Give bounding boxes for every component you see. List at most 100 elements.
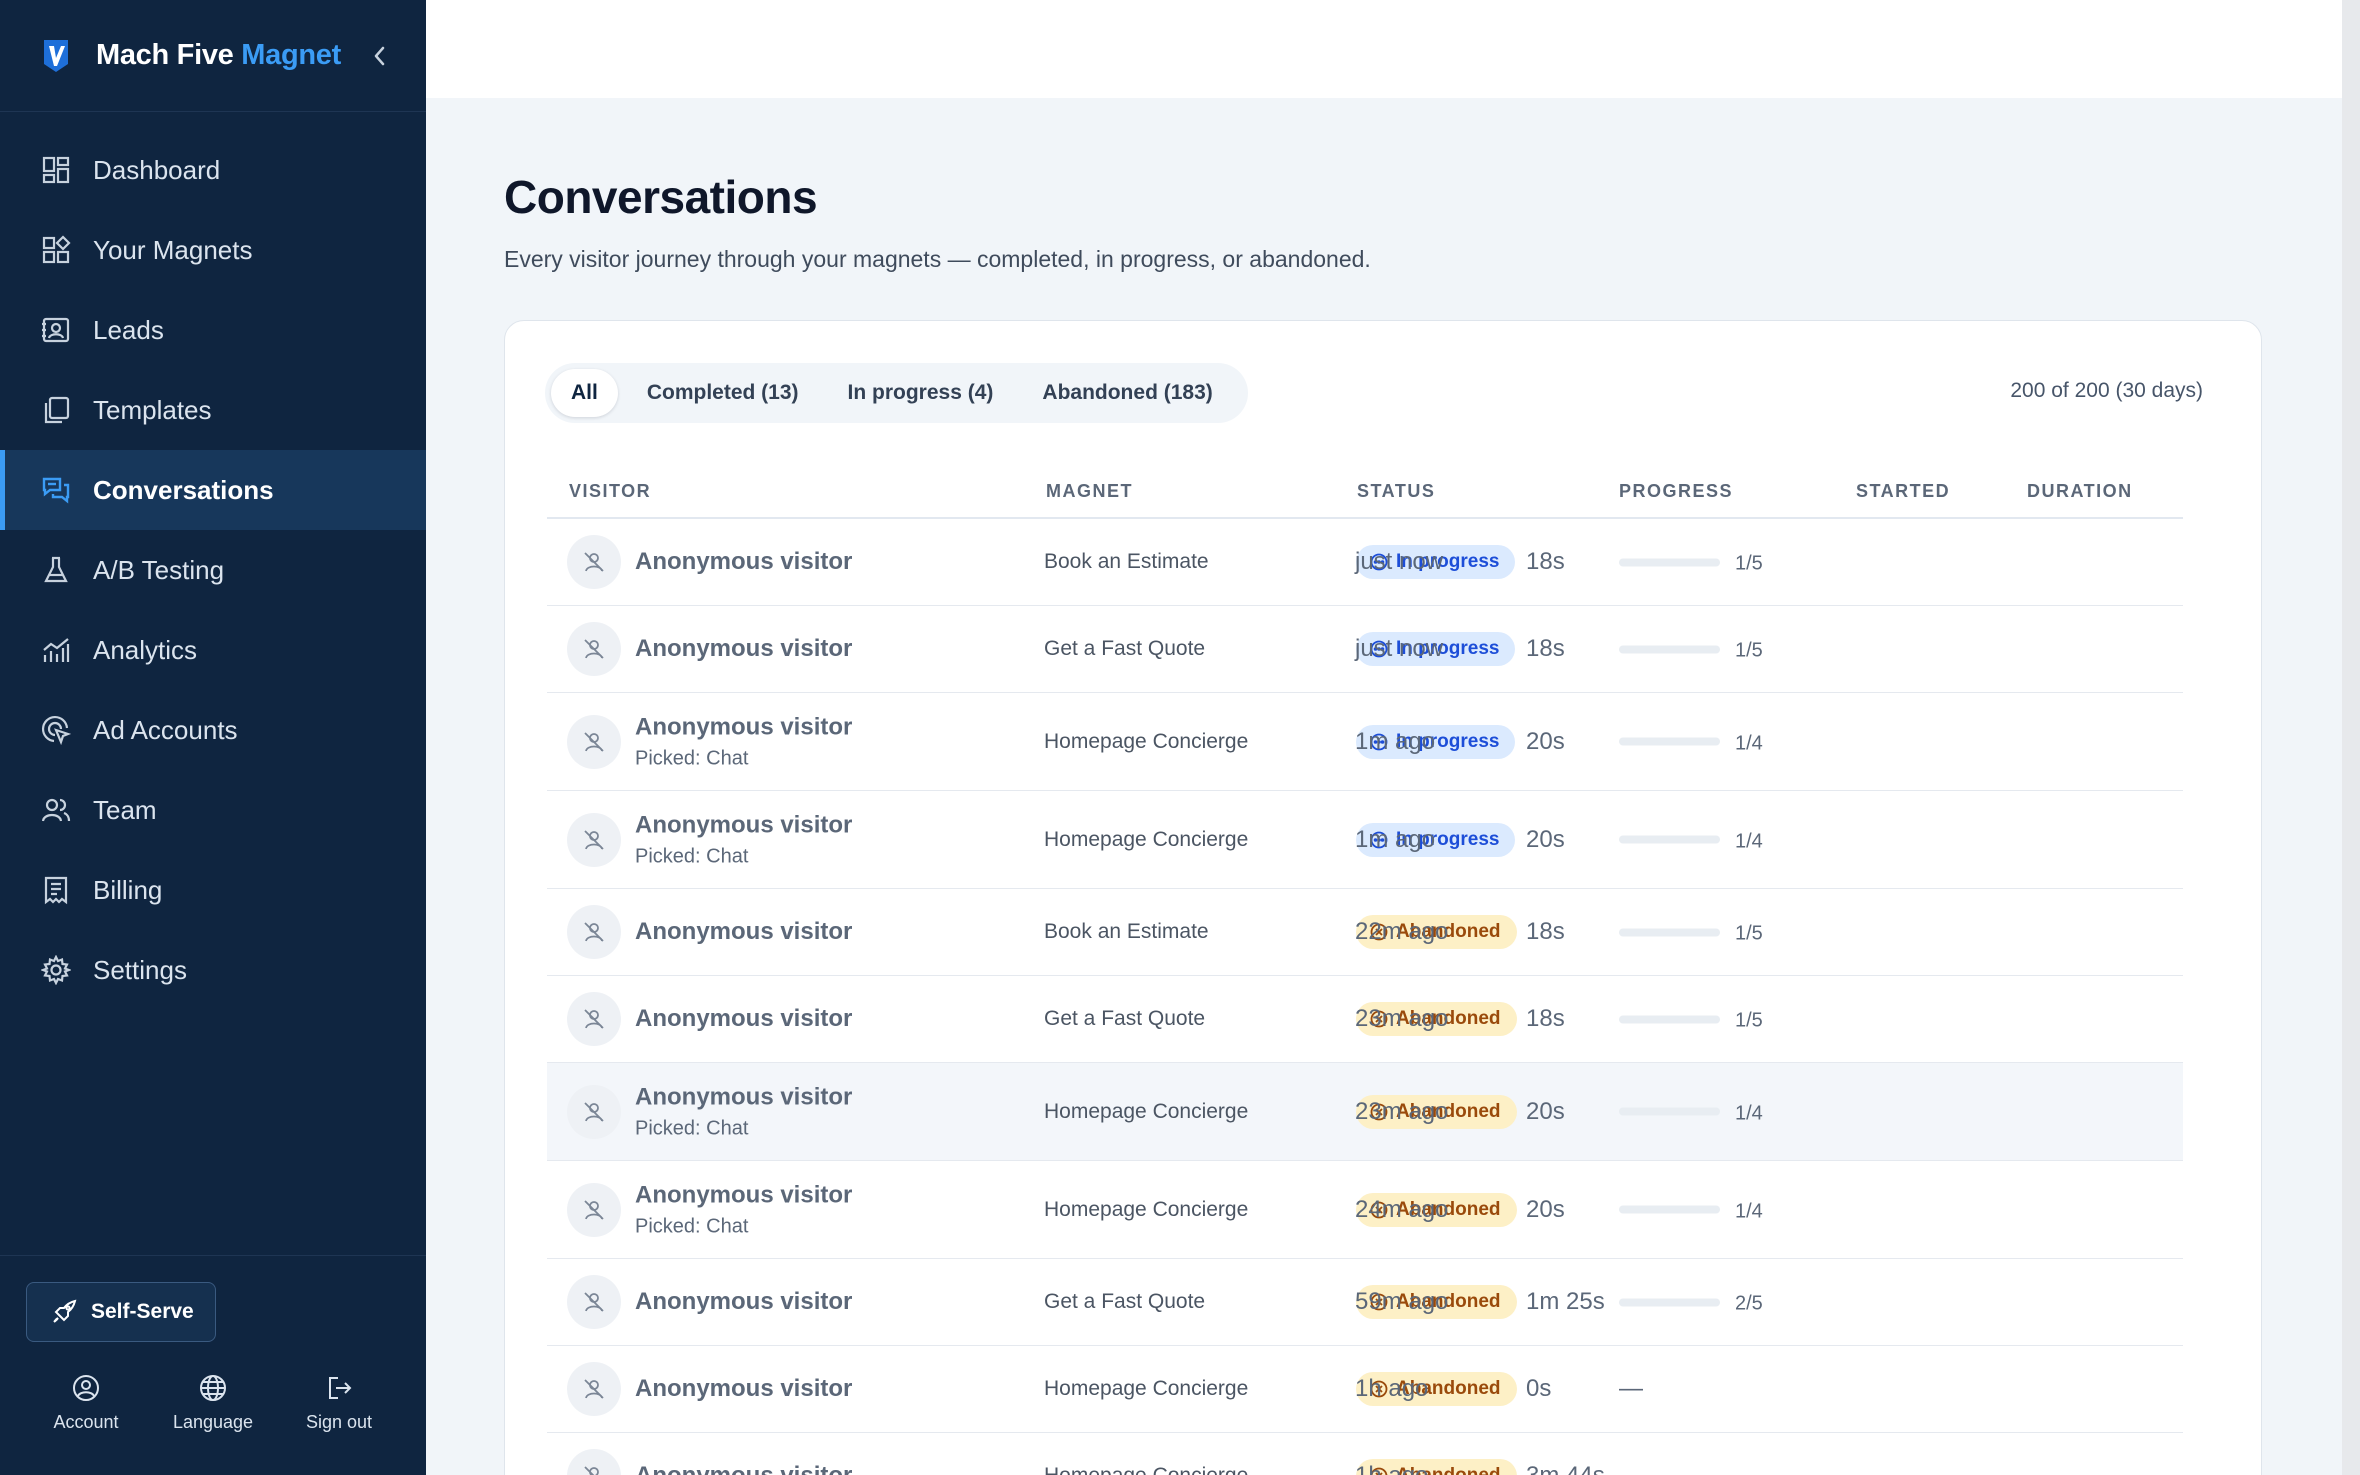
magnet-name: Homepage Concierge [1044,1377,1249,1400]
started-time: just now [1355,548,1444,575]
sidebar-item-label: Analytics [93,634,198,665]
sidebar-item-analytics[interactable]: Analytics [0,610,426,690]
globe-icon [153,1374,273,1402]
visitor-name: Anonymous visitor [635,713,853,740]
tab-all[interactable]: All [551,369,618,417]
progress-text: 1/4 [1735,732,1763,754]
magnet-name: Homepage Concierge [1044,827,1249,851]
visitor-name: Anonymous visitor [635,1375,853,1402]
visitor-cell: Anonymous visitor Picked: Chat [635,811,852,868]
sidebar-item-billing[interactable]: Billing [0,850,426,930]
progress-bar [1619,737,1720,746]
progress-indicator: 1/4 [1619,728,1763,755]
anonymous-user-icon [567,812,621,867]
visitor-name: Anonymous visitor [635,1005,853,1032]
language-button[interactable]: Language [153,1374,273,1433]
table-row[interactable]: Anonymous visitor Picked: Chat Homepage Co… [547,1161,2183,1259]
magnet-name: Get a Fast Quote [1044,1290,1206,1313]
team-icon [40,794,72,826]
sidebar-item-label: Your Magnets [93,234,253,265]
scrollbar[interactable] [2342,0,2360,1475]
duration: 18s [1526,548,1565,575]
duration: 3m 44s [1526,1462,1605,1475]
sign-out-label: Sign out [305,1412,373,1432]
visitor-name: Anonymous visitor [635,1083,853,1110]
table-row[interactable]: Anonymous visitor Picked: Chat Homepage Co… [547,1063,2183,1161]
visitor-choice: Picked: Chat [635,1117,749,1139]
progress-indicator: 1/4 [1619,1098,1763,1125]
magnet-name: Book an Estimate [1044,550,1209,573]
anonymous-user-icon [567,1084,621,1139]
magnet-name: Get a Fast Quote [1044,1007,1206,1030]
sidebar-item-ad-accounts[interactable]: Ad Accounts [0,690,426,770]
chevron-left-icon [374,46,385,66]
visitor-cell: Anonymous visitor [635,1005,852,1033]
table-row[interactable]: Anonymous visitor Picked: Chat Homepage Co… [547,693,2183,791]
started-time: 22m ago [1355,918,1449,945]
page-title: Conversations [504,171,818,223]
brand-name[interactable]: Mach Five Magnet [96,39,341,72]
column-header-visitor[interactable]: VISITOR [569,481,651,502]
table-row[interactable]: Anonymous visitor Book an Estimate Abandon… [547,889,2183,976]
visitor-name: Anonymous visitor [635,548,853,575]
column-header-duration[interactable]: DURATION [2027,481,2133,502]
progress-bar [1619,1298,1720,1306]
account-button[interactable]: Account [26,1374,146,1433]
collapse-sidebar-button[interactable] [364,40,396,72]
progress-indicator: 1/4 [1619,1196,1763,1223]
sidebar-item-leads[interactable]: Leads [0,290,426,370]
tab-in-progress[interactable]: In progress (4) [828,369,1014,417]
progress-text: 1/5 [1735,552,1763,575]
progress-text: 1/5 [1735,1009,1763,1032]
self-serve-button[interactable]: Self-Serve [26,1282,216,1342]
table-row[interactable]: Anonymous visitor Get a Fast Quote Abandon… [547,1259,2183,1346]
sidebar-item-team[interactable]: Team [0,770,426,850]
table-row[interactable]: Anonymous visitor Get a Fast Quote In prog… [547,606,2183,693]
visitor-cell: Anonymous visitor [635,1375,852,1403]
started-time: 23m ago [1355,1097,1449,1125]
top-bar [426,0,2342,98]
tab-completed[interactable]: Completed (13) [627,369,819,417]
progress-bar [1619,558,1720,566]
dashboard-icon [40,154,72,186]
conversations-icon [40,474,72,506]
progress-bar [1619,645,1720,653]
brand-logo-icon [44,39,68,72]
sidebar-item-conversations[interactable]: Conversations [0,450,426,530]
progress-text: 1/4 [1735,830,1763,852]
table-row[interactable]: Anonymous visitor Picked: Chat Homepage Co… [547,791,2183,889]
account-label: Account [53,1412,119,1432]
column-header-started[interactable]: STARTED [1856,481,1950,502]
sidebar-item-label: Settings [93,954,187,985]
brand-header: Mach Five Magnet [0,0,426,112]
progress-text: 2/5 [1735,1292,1763,1315]
tab-abandoned[interactable]: Abandoned (183) [1022,369,1232,417]
anonymous-user-icon [567,992,621,1046]
column-header-magnet[interactable]: MAGNET [1046,481,1133,502]
sign-out-button[interactable]: Sign out [279,1374,399,1433]
sidebar-item-templates[interactable]: Templates [0,370,426,450]
table-row[interactable]: Anonymous visitorHomepage ConciergeAband… [547,1433,2183,1475]
ad-accounts-icon [40,714,72,746]
table-row[interactable]: Anonymous visitorHomepage ConciergeAband… [547,1346,2183,1433]
table-row[interactable]: Anonymous visitor Get a Fast Quote Abandon… [547,976,2183,1063]
column-header-progress[interactable]: PROGRESS [1619,481,1733,502]
progress-indicator: 2/5 [1619,1289,1763,1316]
magnet-name: Homepage Concierge [1044,1099,1249,1123]
visitor-name: Anonymous visitor [635,1181,853,1208]
duration: 0s [1526,1375,1552,1402]
progress-bar [1619,835,1720,844]
sidebar-item-dashboard[interactable]: Dashboard [0,130,426,210]
column-header-status[interactable]: STATUS [1357,481,1435,502]
sidebar-item-settings[interactable]: Settings [0,930,426,1010]
progress-empty: — [1619,1375,1643,1402]
anonymous-user-icon [567,1449,621,1475]
table-row[interactable]: Anonymous visitor Book an Estimate In prog… [547,519,2183,606]
sidebar-item-ab-testing[interactable]: A/B Testing [0,530,426,610]
visitor-cell: Anonymous visitor Picked: Chat [635,1181,852,1238]
sidebar-item-your-magnets[interactable]: Your Magnets [0,210,426,290]
table-header: VISITOR MAGNET STATUS PROGRESS STARTED D… [547,459,2183,519]
anonymous-user-icon [567,714,621,769]
anonymous-user-icon [567,1362,621,1416]
progress-indicator: 1/5 [1619,549,1763,576]
